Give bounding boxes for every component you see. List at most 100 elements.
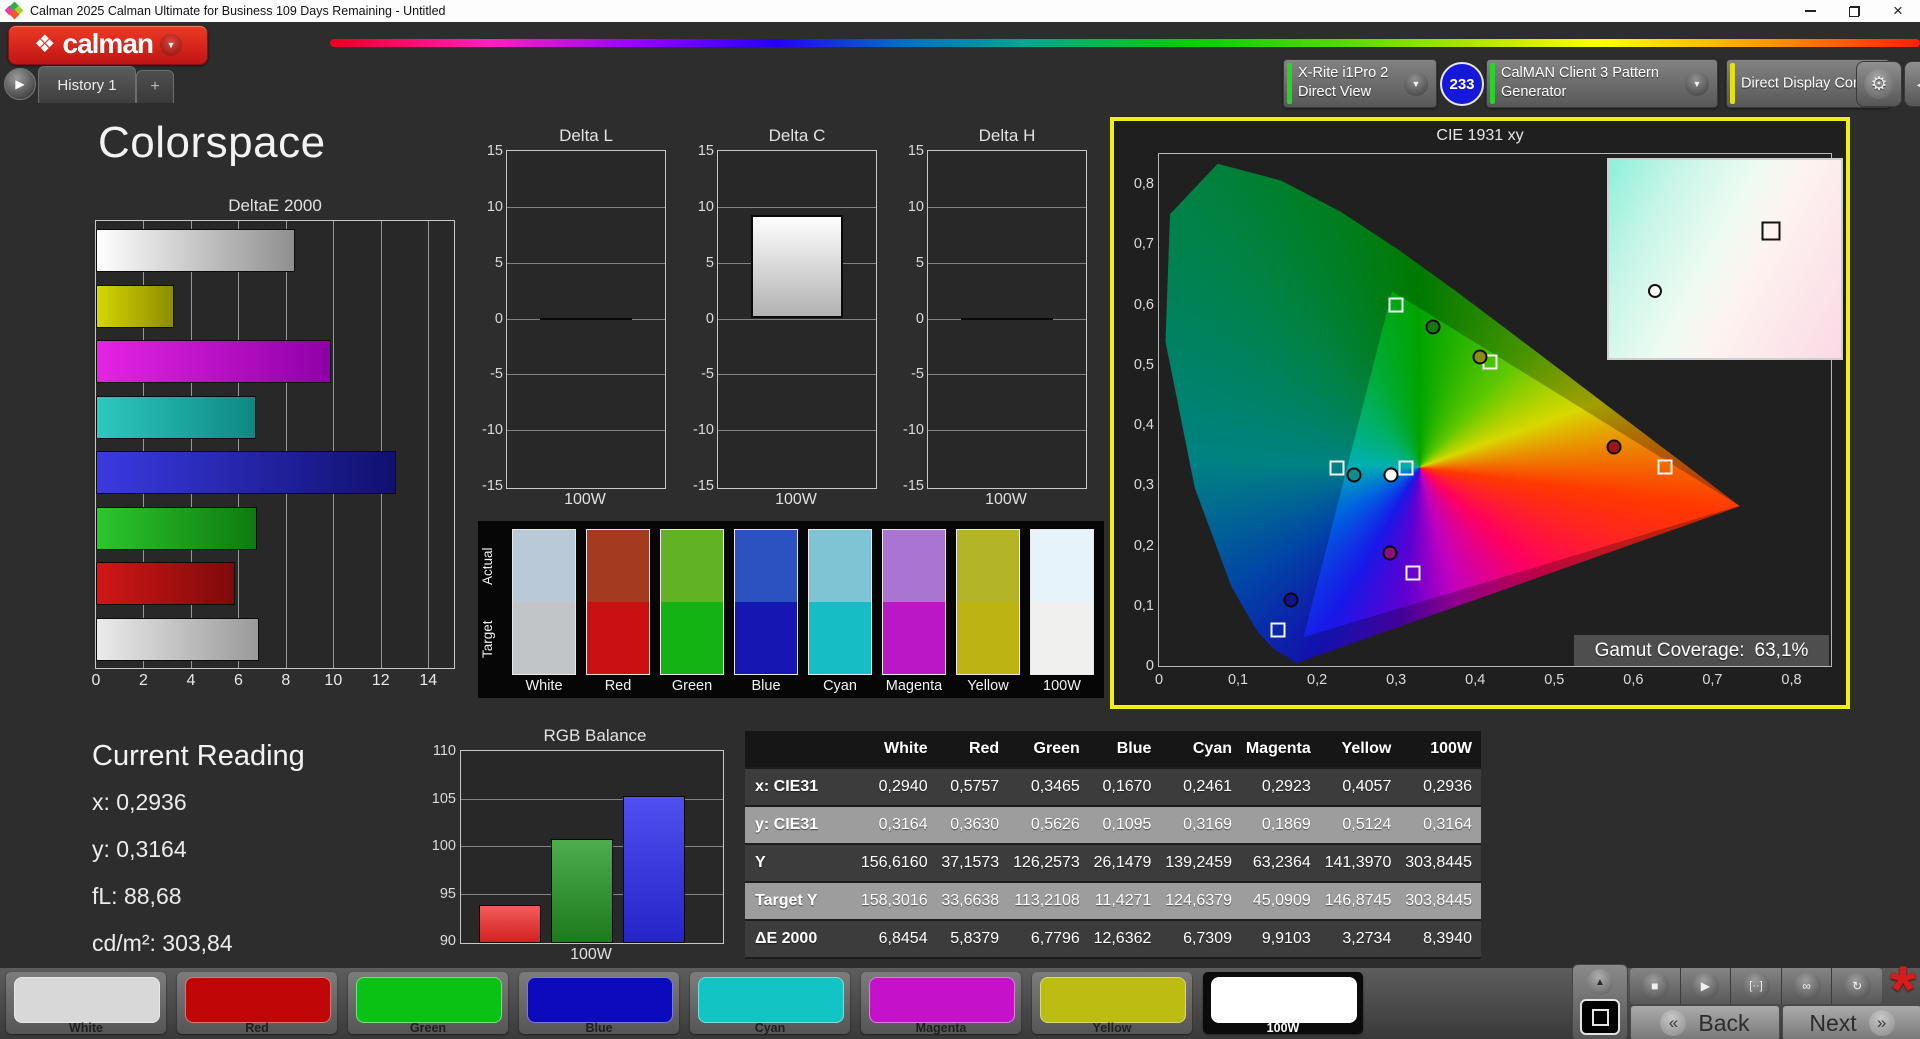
- add-tab-button[interactable]: +: [136, 70, 174, 103]
- y-tick-label: 0,7: [1124, 236, 1154, 252]
- window-icon: [1592, 1009, 1609, 1026]
- interval-measure-button[interactable]: [··]: [1731, 968, 1782, 1004]
- row-label: x: CIE31: [745, 768, 856, 806]
- delta-h-plot-area: 151050-5-10-15: [927, 150, 1087, 489]
- deltae-2000-chart: DeltaE 2000 02468101214: [95, 196, 455, 698]
- table-row: x: CIE310,29400,57570,34650,16700,24610,…: [745, 768, 1481, 806]
- x-axis-label: 100W: [506, 491, 664, 509]
- meter-dropdown[interactable]: X-Rite i1Pro 2Direct View ▼: [1283, 59, 1437, 108]
- chevron-down-icon: ▼: [1685, 72, 1709, 96]
- column-header: Green: [1008, 731, 1089, 768]
- table-cell: 156,6160: [856, 844, 937, 882]
- back-label: Back: [1698, 1010, 1749, 1037]
- pattern-color-swatch: [356, 977, 502, 1023]
- pattern-color-swatch: [185, 977, 331, 1023]
- gridline: [718, 374, 876, 375]
- tab-scroll-button[interactable]: ▶: [4, 68, 36, 100]
- table-cell: 126,2573: [1008, 844, 1089, 882]
- close-button[interactable]: ×: [1876, 0, 1920, 22]
- table-cell: 0,5626: [1008, 806, 1089, 844]
- gridline: [718, 207, 876, 208]
- back-button[interactable]: « Back: [1630, 1005, 1780, 1039]
- x-tick-label: 0: [1155, 672, 1163, 688]
- pattern-button-white[interactable]: White: [6, 972, 166, 1034]
- rgb-balance-chart: RGB Balance 1101051009590 100W: [418, 726, 730, 946]
- y-tick-label: -10: [680, 422, 714, 438]
- meter-status-led: [1287, 63, 1292, 104]
- gridline: [428, 221, 429, 668]
- collapse-panel-button[interactable]: ◀: [1904, 61, 1920, 107]
- row-label: Y: [745, 844, 856, 882]
- gridline: [507, 374, 665, 375]
- table-cell: 0,3465: [1008, 768, 1089, 806]
- swatch-label: 100W: [1024, 678, 1100, 694]
- y-tick-label: 10: [469, 199, 503, 215]
- y-tick-label: 0,4: [1124, 417, 1154, 433]
- stop-button[interactable]: ■: [1630, 968, 1681, 1004]
- continuous-measure-button[interactable]: ∞: [1782, 968, 1833, 1004]
- red-target-marker: [1657, 460, 1672, 475]
- stop-icon: ■: [1641, 972, 1669, 1000]
- restore-button[interactable]: [1832, 0, 1876, 22]
- chevron-double-right-icon: »: [1869, 1010, 1895, 1036]
- table-cell: 0,1095: [1089, 806, 1161, 844]
- table-row: Target Y158,301633,6638113,210811,427112…: [745, 882, 1481, 920]
- chart-title: Delta H: [927, 126, 1087, 146]
- calman-logo-icon: ❖: [34, 33, 56, 57]
- actual-swatch: [661, 530, 723, 602]
- pattern-button-yellow[interactable]: Yellow: [1032, 972, 1192, 1034]
- column-header: White: [856, 731, 937, 768]
- reading-cdm2: cd/m²: 303,84: [92, 930, 305, 957]
- calman-menu-button[interactable]: ❖ calman ▼: [8, 25, 208, 65]
- loop-button[interactable]: ↻: [1832, 968, 1882, 1004]
- pattern-button-red[interactable]: Red: [177, 972, 337, 1034]
- minimize-button[interactable]: [1788, 0, 1832, 22]
- target-swatch: [883, 602, 945, 674]
- cie-title: CIE 1931 xy: [1114, 127, 1846, 145]
- current-reading-title: Current Reading: [92, 740, 305, 773]
- swatch-column-green: [660, 529, 724, 675]
- y-tick-label: -5: [469, 366, 503, 382]
- pattern-window-toggle-button[interactable]: [1580, 999, 1620, 1035]
- actual-swatch: [587, 530, 649, 602]
- tab-history-1[interactable]: History 1: [38, 66, 136, 103]
- pattern-button-blue[interactable]: Blue: [519, 972, 679, 1034]
- pattern-button-green[interactable]: Green: [348, 972, 508, 1034]
- actual-target-swatch-panel: Actual Target WhiteRedGreenBlueCyanMagen…: [478, 521, 1104, 698]
- table-cell: 146,8745: [1320, 882, 1401, 920]
- pattern-button-cyan[interactable]: Cyan: [690, 972, 850, 1034]
- swatch-column-100w: [1030, 529, 1094, 675]
- pattern-button-100w[interactable]: 100W: [1203, 972, 1363, 1034]
- table-header-row: WhiteRedGreenBlueCyanMagentaYellow100W: [745, 731, 1481, 768]
- table-cell: 11,4271: [1089, 882, 1161, 920]
- pattern-generator-dropdown[interactable]: CalMAN Client 3 Pattern Generator ▼: [1486, 59, 1718, 108]
- bar-red: [96, 562, 235, 605]
- cie-1931-panel: CIE 1931 xy 00,10,20,30,40,50,60,70,80,8…: [1110, 117, 1850, 709]
- play-button[interactable]: ▶: [1681, 968, 1732, 1004]
- y-tick-label: 10: [680, 199, 714, 215]
- table-cell: 8,3940: [1400, 920, 1481, 958]
- settings-button[interactable]: ⚙: [1856, 61, 1902, 107]
- pattern-label: 100W: [1203, 1021, 1363, 1035]
- y-tick-label: 110: [422, 743, 456, 759]
- green-measured-marker: [1425, 320, 1440, 335]
- pattern-button-magenta[interactable]: Magenta: [861, 972, 1021, 1034]
- column-header: 100W: [1400, 731, 1481, 768]
- swatch-label: Red: [580, 678, 656, 694]
- meter-count-badge[interactable]: 233: [1440, 62, 1484, 106]
- deltae-x-axis: 02468101214: [95, 672, 453, 694]
- bar-blue: [623, 796, 685, 943]
- bar-white: [96, 618, 259, 661]
- cie-plot-area: 00,10,20,30,40,50,60,70,80,80,70,60,50,4…: [1158, 153, 1832, 667]
- y-tick-label: 15: [890, 143, 924, 159]
- y-tick-label: -10: [890, 422, 924, 438]
- table-cell: 303,8445: [1400, 882, 1481, 920]
- table-cell: 26,1479: [1089, 844, 1161, 882]
- next-button[interactable]: Next »: [1782, 1005, 1920, 1039]
- pattern-window-up-button[interactable]: ▲: [1587, 969, 1613, 995]
- target-swatch: [513, 602, 575, 674]
- swatch-column-red: [586, 529, 650, 675]
- column-header: Blue: [1089, 731, 1161, 768]
- y-tick-label: -15: [680, 478, 714, 494]
- arrow-up-icon: ▲: [1595, 977, 1605, 988]
